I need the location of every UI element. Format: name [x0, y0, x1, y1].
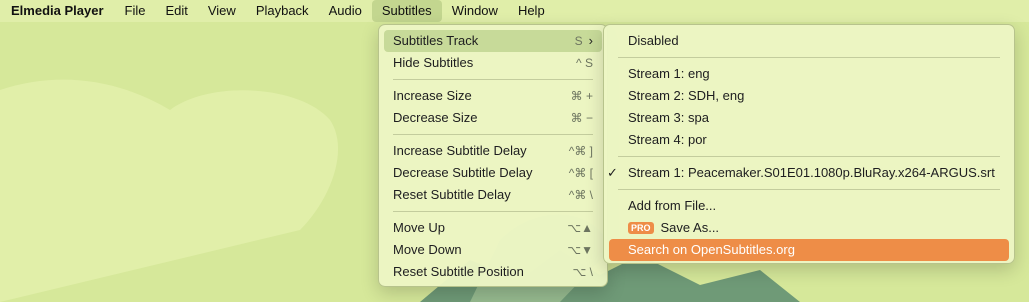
- menubar-edit[interactable]: Edit: [155, 0, 197, 22]
- subtitles-track-submenu: Disabled Stream 1: eng Stream 2: SDH, en…: [603, 24, 1015, 264]
- submenu-item-stream-1[interactable]: Stream 1: eng: [609, 63, 1009, 85]
- menu-item-shortcut: ^⌘ \: [568, 188, 593, 202]
- menu-item-hide-subtitles[interactable]: Hide Subtitles ^ S: [384, 52, 602, 74]
- menu-item-label: Search on OpenSubtitles.org: [628, 242, 795, 257]
- menu-item-move-up[interactable]: Move Up ⌥▲: [384, 217, 602, 239]
- menubar-subtitles[interactable]: Subtitles: [371, 0, 442, 22]
- menubar-view[interactable]: View: [198, 0, 246, 22]
- menu-item-increase-size[interactable]: Increase Size ⌘ +: [384, 85, 602, 107]
- menu-item-label: Stream 2: SDH, eng: [628, 88, 745, 103]
- menu-item-shortcut: ⌥▲: [567, 221, 593, 235]
- menu-item-label: Stream 3: spa: [628, 110, 709, 125]
- menu-item-label: Decrease Size: [393, 110, 478, 125]
- menubar-app-name[interactable]: Elmedia Player: [0, 0, 115, 22]
- menu-item-label: Stream 1: eng: [628, 66, 710, 81]
- menubar-playback[interactable]: Playback: [246, 0, 319, 22]
- submenu-item-stream-4[interactable]: Stream 4: por: [609, 129, 1009, 151]
- menu-item-shortcut: S: [574, 34, 583, 48]
- submenu-item-external-stream[interactable]: ✓ Stream 1: Peacemaker.S01E01.1080p.BluR…: [607, 162, 1009, 184]
- menu-separator: [618, 156, 1000, 157]
- menu-item-label: Save As...: [660, 220, 720, 235]
- subtitles-menu: Subtitles Track S › Hide Subtitles ^ S I…: [378, 24, 608, 287]
- menu-separator: [393, 134, 593, 135]
- menu-item-shortcut: ^⌘ ]: [568, 144, 593, 158]
- menubar-help[interactable]: Help: [508, 0, 555, 22]
- menu-item-label: Increase Subtitle Delay: [393, 143, 527, 158]
- menu-bar: Elmedia Player File Edit View Playback A…: [0, 0, 1029, 22]
- menu-item-label: Add from File...: [628, 198, 717, 213]
- pro-badge: PRO: [628, 222, 654, 234]
- menu-separator: [618, 57, 1000, 58]
- submenu-item-save-as[interactable]: PRO Save As...: [609, 217, 1009, 239]
- menubar-window[interactable]: Window: [442, 0, 508, 22]
- menu-item-label: Reset Subtitle Position: [393, 264, 524, 279]
- menu-item-decrease-delay[interactable]: Decrease Subtitle Delay ^⌘ [: [384, 162, 602, 184]
- menubar-audio[interactable]: Audio: [319, 0, 372, 22]
- menu-item-shortcut: ^⌘ [: [568, 166, 593, 180]
- menu-item-label: Subtitles Track: [393, 33, 479, 48]
- menu-item-shortcut: ⌥▼: [567, 243, 593, 257]
- menu-item-label: Hide Subtitles: [393, 55, 474, 70]
- menu-item-shortcut: ⌘ −: [570, 111, 593, 125]
- menu-separator: [393, 211, 593, 212]
- submenu-item-stream-2[interactable]: Stream 2: SDH, eng: [609, 85, 1009, 107]
- menubar-file[interactable]: File: [115, 0, 156, 22]
- menu-item-label: Reset Subtitle Delay: [393, 187, 511, 202]
- menu-item-move-down[interactable]: Move Down ⌥▼: [384, 239, 602, 261]
- menu-item-reset-position[interactable]: Reset Subtitle Position ⌥ \: [384, 261, 602, 283]
- menu-item-label: Move Down: [393, 242, 462, 257]
- menu-item-subtitles-track[interactable]: Subtitles Track S ›: [384, 30, 602, 52]
- menu-item-decrease-size[interactable]: Decrease Size ⌘ −: [384, 107, 602, 129]
- menu-item-label: Stream 1: Peacemaker.S01E01.1080p.BluRay…: [628, 165, 995, 180]
- menu-item-shortcut: ⌘ +: [570, 89, 593, 103]
- menu-item-reset-delay[interactable]: Reset Subtitle Delay ^⌘ \: [384, 184, 602, 206]
- submenu-item-search-opensubtitles[interactable]: Search on OpenSubtitles.org: [609, 239, 1009, 261]
- submenu-item-add-from-file[interactable]: Add from File...: [609, 195, 1009, 217]
- menu-item-label: Move Up: [393, 220, 446, 235]
- menu-item-label: Decrease Subtitle Delay: [393, 165, 533, 180]
- submenu-item-disabled[interactable]: Disabled: [609, 30, 1009, 52]
- menu-item-label: Disabled: [628, 33, 679, 48]
- submenu-item-stream-3[interactable]: Stream 3: spa: [609, 107, 1009, 129]
- chevron-right-icon: ›: [588, 33, 593, 48]
- menu-item-increase-delay[interactable]: Increase Subtitle Delay ^⌘ ]: [384, 140, 602, 162]
- menu-separator: [618, 189, 1000, 190]
- menu-separator: [393, 79, 593, 80]
- checkmark-icon: ✓: [607, 165, 618, 180]
- menu-item-shortcut: ^ S: [576, 56, 593, 70]
- menu-item-label: Stream 4: por: [628, 132, 707, 147]
- menu-item-shortcut: ⌥ \: [572, 265, 594, 279]
- menu-item-label: Increase Size: [393, 88, 472, 103]
